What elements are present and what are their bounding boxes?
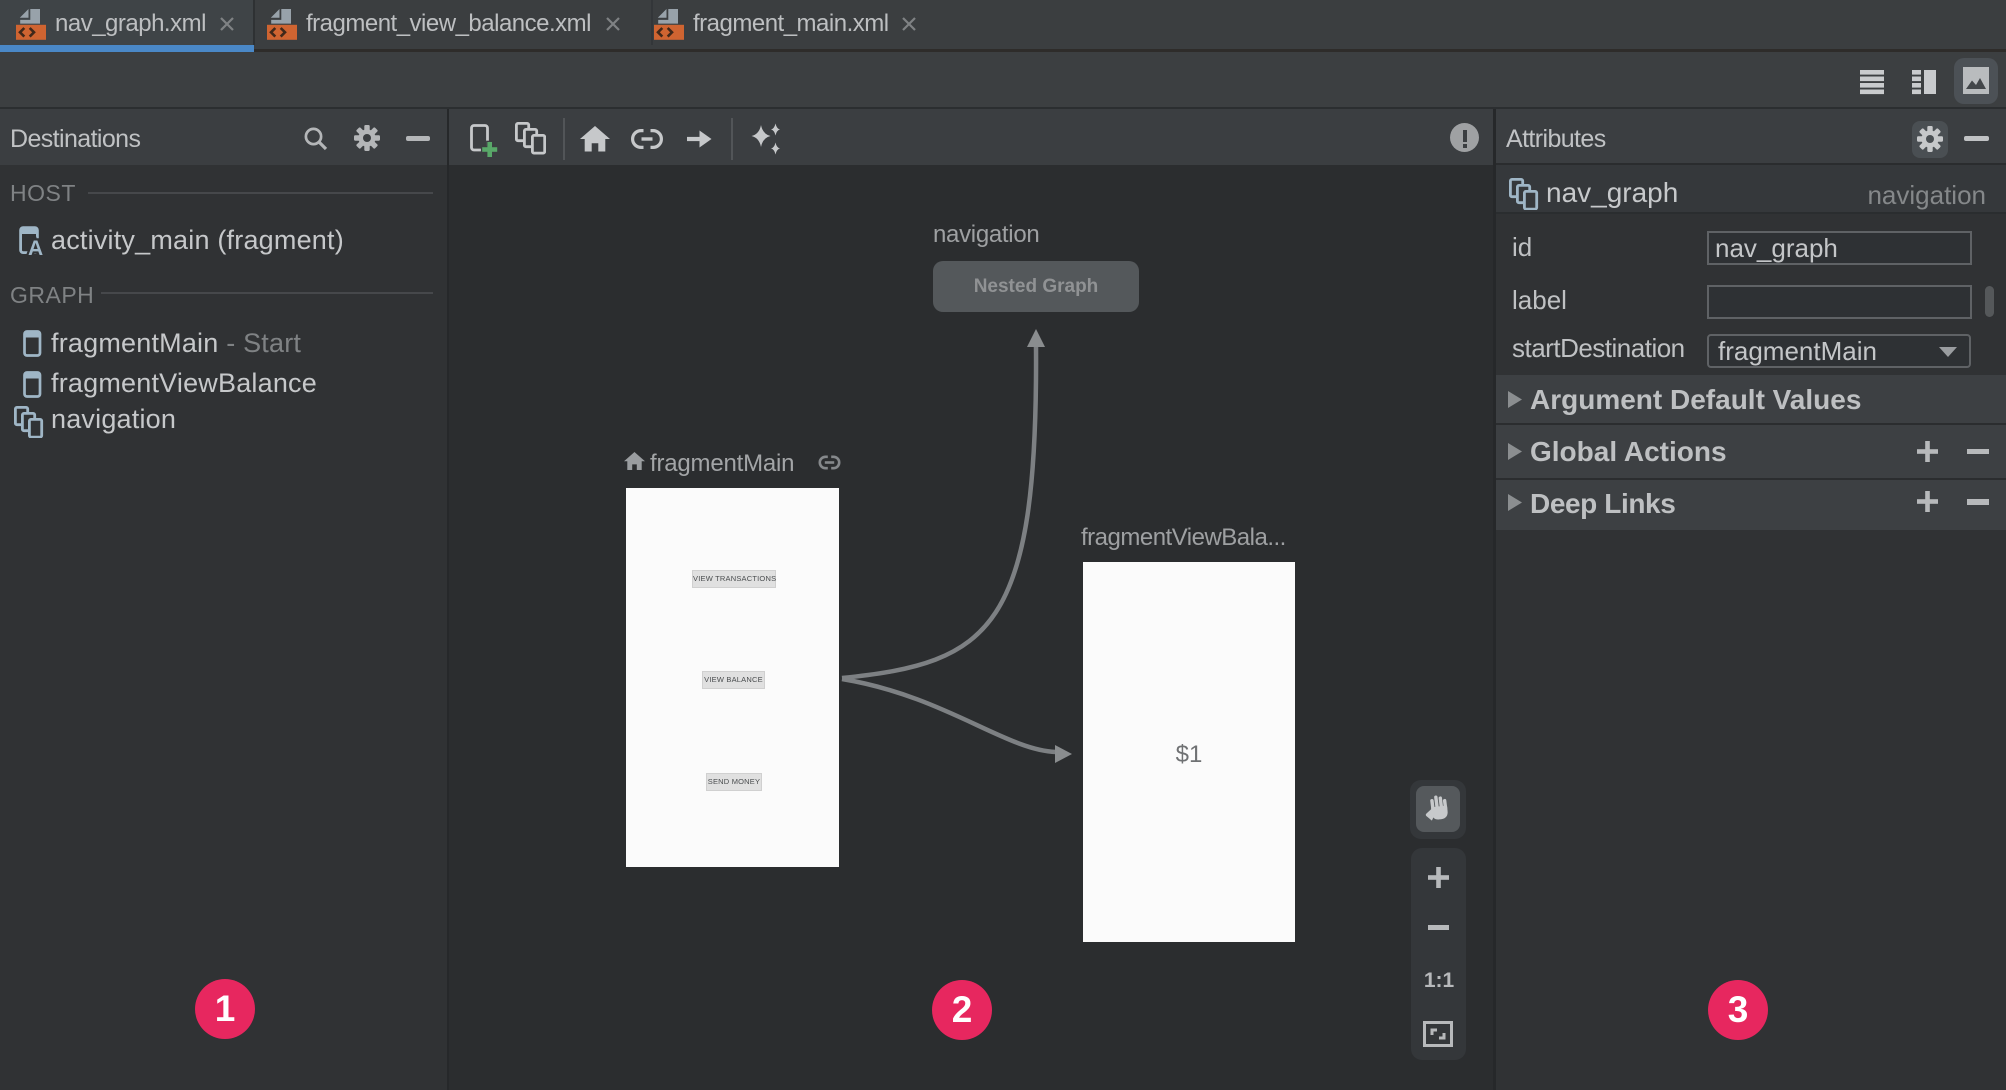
svg-text:A: A: [28, 237, 43, 257]
